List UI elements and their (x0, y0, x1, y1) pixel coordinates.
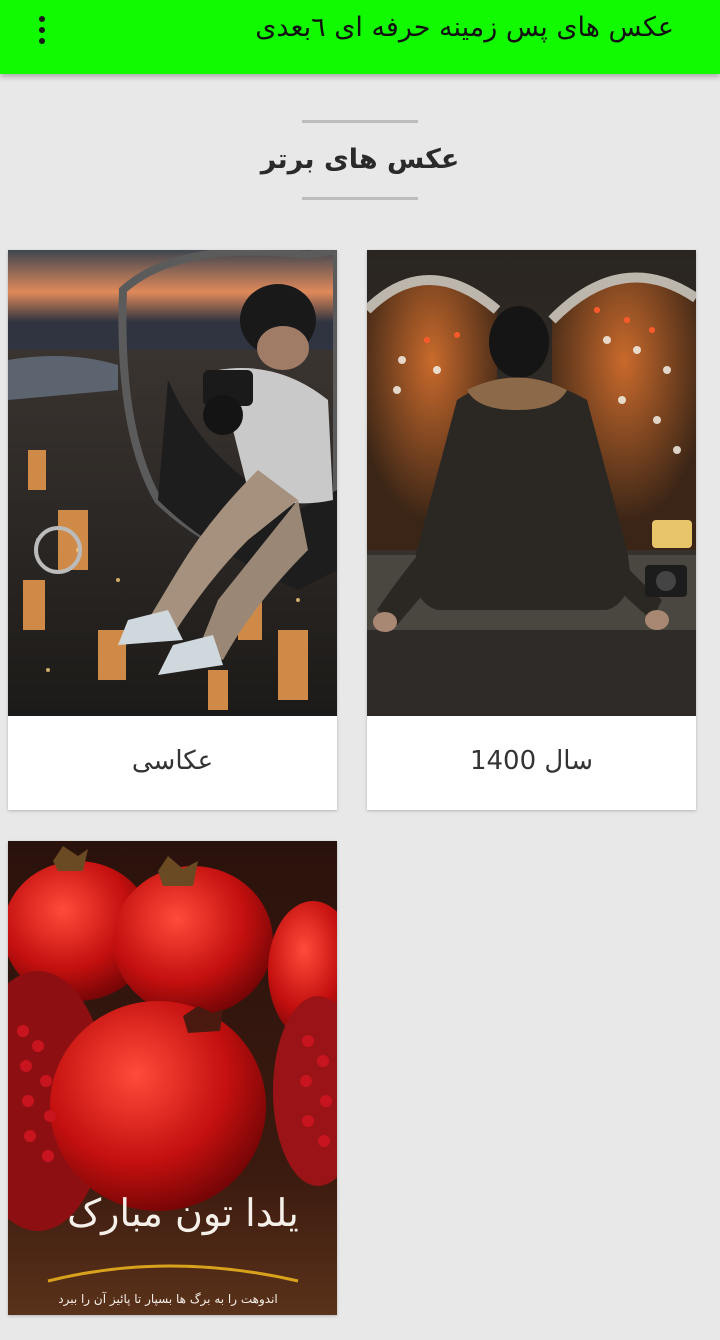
app-bar: عکس های پس زمینه حرفه ای ٦بعدی (0, 0, 720, 74)
card-image-photography (8, 250, 337, 716)
more-vert-icon[interactable] (26, 10, 58, 50)
card-label: عکاسی (131, 746, 214, 776)
category-card-yalda[interactable]: یلدا تون مبارک اندوهت را به برگ ها بسپار… (8, 841, 337, 1315)
divider-bottom (302, 197, 418, 200)
card-label: سال 1400 (469, 746, 594, 776)
divider-top (302, 120, 418, 123)
yalda-caption: اندوهت را به برگ ها بسپار تا پائیز آن را… (58, 1291, 278, 1307)
section-title: عکس های برتر (260, 144, 460, 175)
category-card-photography[interactable]: عکاسی (8, 250, 337, 810)
yalda-calligraphy: یلدا تون مبارک (67, 1191, 299, 1236)
card-image-yalda: یلدا تون مبارک اندوهت را به برگ ها بسپار… (8, 841, 337, 1315)
app-title: عکس های پس زمینه حرفه ای ٦بعدی (255, 12, 674, 43)
section-header: عکس های برتر (0, 120, 720, 204)
card-image-1400 (367, 250, 696, 716)
category-card-1400[interactable]: سال 1400 (367, 250, 696, 810)
